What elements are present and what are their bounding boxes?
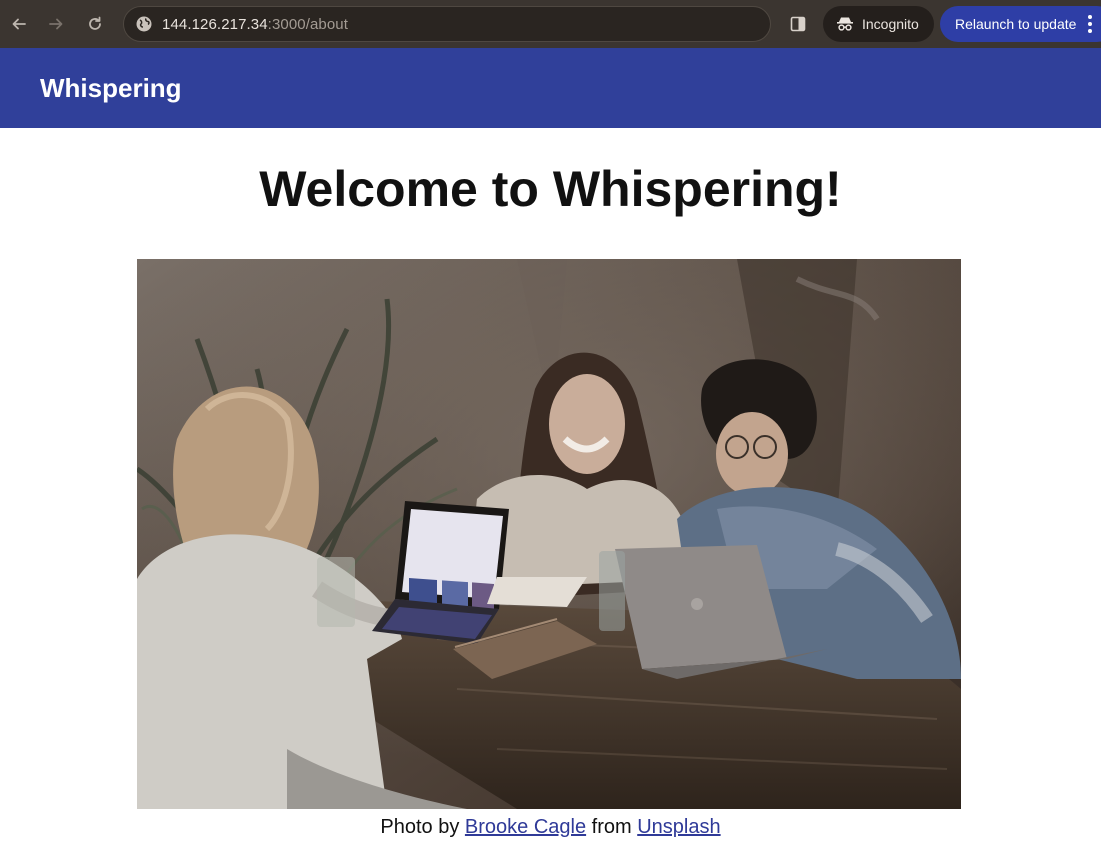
incognito-chip[interactable]: Incognito [823,6,934,42]
more-vert-icon[interactable] [1088,15,1092,33]
browser-toolbar: 144.126.217.34:3000/about Incognito Rela… [0,0,1101,48]
hero-photo-illustration [137,259,961,809]
incognito-icon [837,17,853,31]
forward-arrow-icon [49,18,63,30]
globe-icon[interactable] [134,14,154,34]
relaunch-button[interactable]: Relaunch to update [940,6,1101,42]
forward-button[interactable] [38,6,74,42]
side-panel-button[interactable] [787,13,809,35]
relaunch-label: Relaunch to update [955,16,1077,32]
url-text[interactable]: 144.126.217.34:3000/about [162,16,348,33]
back-arrow-icon [12,18,26,30]
author-link[interactable]: Brooke Cagle [465,816,586,838]
unsplash-link[interactable]: Unsplash [637,816,720,838]
brand-logo-text[interactable]: Whispering [40,73,182,104]
incognito-label: Incognito [862,16,919,32]
reload-icon [89,16,101,30]
photo-credit: Photo by Brooke Cagle from Unsplash [0,816,1101,839]
address-bar[interactable]: 144.126.217.34:3000/about [123,6,771,42]
url-host: 144.126.217.34 [162,15,268,33]
app-header: Whispering [0,48,1101,128]
reload-button[interactable] [77,6,113,42]
caption-prefix: Photo by [380,816,465,838]
hero-photo [137,259,961,809]
side-panel-icon [790,16,806,32]
caption-middle: from [586,816,638,838]
url-path: :3000/about [267,15,349,33]
back-button[interactable] [1,6,37,42]
page-title: Welcome to Whispering! [259,161,842,217]
